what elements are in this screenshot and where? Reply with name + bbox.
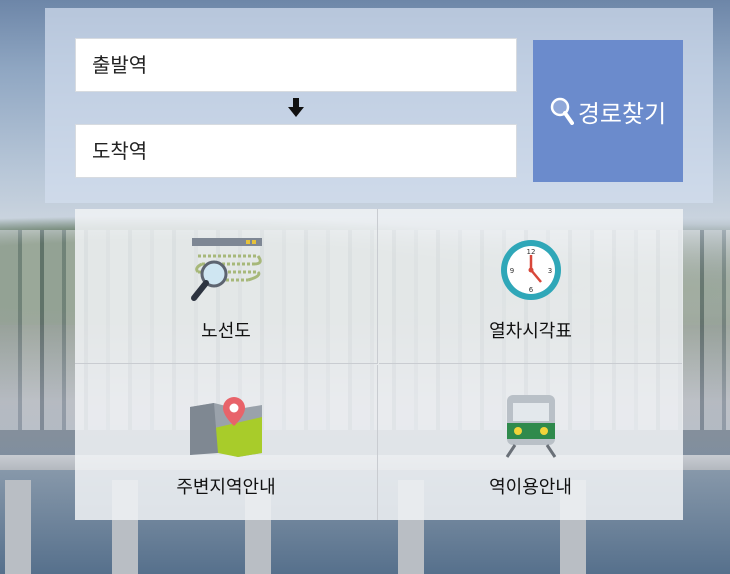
bridge-pier [5, 480, 31, 574]
arrow-down-icon[interactable] [287, 98, 305, 118]
menu-grid: 노선도 12 3 6 9 열차시각표 주변지역안내 역이용안내 [75, 209, 683, 520]
clock-icon: 12 3 6 9 [498, 235, 564, 305]
menu-timetable-label: 열차시각표 [489, 321, 572, 342]
svg-text:6: 6 [528, 286, 533, 294]
menu-station-guide-label: 역이용안내 [489, 477, 572, 498]
route-map-magnifier-icon [188, 235, 264, 305]
route-search-label: 경로찾기 [577, 99, 667, 128]
menu-nearby-area[interactable]: 주변지역안내 [75, 365, 378, 520]
svg-text:12: 12 [526, 248, 535, 256]
train-icon [501, 391, 561, 461]
svg-text:3: 3 [547, 267, 551, 275]
map-pin-icon [188, 391, 264, 461]
svg-text:9: 9 [509, 267, 513, 275]
departure-station-input[interactable]: 출발역 [75, 38, 517, 92]
menu-nearby-area-label: 주변지역안내 [176, 477, 276, 498]
menu-timetable[interactable]: 12 3 6 9 열차시각표 [379, 209, 682, 364]
menu-station-guide[interactable]: 역이용안내 [379, 365, 682, 520]
menu-route-map-label: 노선도 [201, 321, 251, 342]
arrival-station-input[interactable]: 도착역 [75, 124, 517, 178]
route-search-button[interactable]: 경로찾기 [533, 40, 683, 182]
menu-route-map[interactable]: 노선도 [75, 209, 378, 364]
magnifier-icon [550, 97, 574, 125]
